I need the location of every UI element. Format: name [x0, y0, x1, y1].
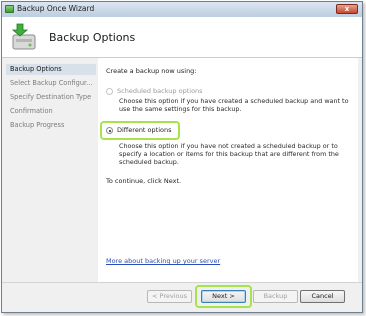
step-backup-progress[interactable]: Backup Progress — [6, 120, 96, 131]
window-title: Backup Once Wizard — [17, 4, 95, 13]
app-icon — [5, 5, 14, 13]
continue-instruction: To continue, click Next. — [106, 177, 182, 185]
previous-button[interactable]: < Previous — [147, 290, 192, 303]
scheduled-options-radio[interactable] — [106, 88, 113, 95]
different-options-description: Choose this option if you have not creat… — [119, 142, 339, 166]
backup-button[interactable]: Backup — [253, 290, 298, 303]
wizard-footer: < Previous Next > Backup Cancel — [2, 282, 362, 312]
backup-wizard-icon — [11, 23, 36, 50]
next-button[interactable]: Next > — [201, 290, 246, 303]
page-title: Backup Options — [49, 31, 136, 44]
title-bar[interactable]: Backup Once Wizard x — [2, 2, 362, 18]
cancel-button[interactable]: Cancel — [300, 290, 345, 303]
help-link[interactable]: More about backing up your server — [106, 257, 220, 265]
step-backup-options[interactable]: Backup Options — [6, 64, 96, 75]
scheduled-options-description: Choose this option if you have created a… — [119, 97, 349, 113]
intro-text: Create a backup now using: — [106, 67, 197, 75]
close-icon: x — [344, 5, 350, 13]
close-button[interactable]: x — [336, 4, 358, 14]
step-confirmation[interactable]: Confirmation — [6, 106, 96, 117]
wizard-window: Backup Once Wizard x Backup Options Back… — [1, 1, 363, 313]
step-select-backup-configuration[interactable]: Select Backup Configur... — [6, 78, 96, 89]
scheduled-options-label[interactable]: Scheduled backup options — [117, 87, 203, 95]
wizard-content: Create a backup now using: Scheduled bac… — [98, 58, 358, 282]
different-options-radio[interactable] — [106, 127, 113, 134]
wizard-steps: Backup Options Select Backup Configur...… — [2, 58, 98, 282]
step-specify-destination-type[interactable]: Specify Destination Type — [6, 92, 96, 103]
wizard-header: Backup Options — [2, 17, 362, 58]
different-options-label[interactable]: Different options — [117, 126, 172, 134]
